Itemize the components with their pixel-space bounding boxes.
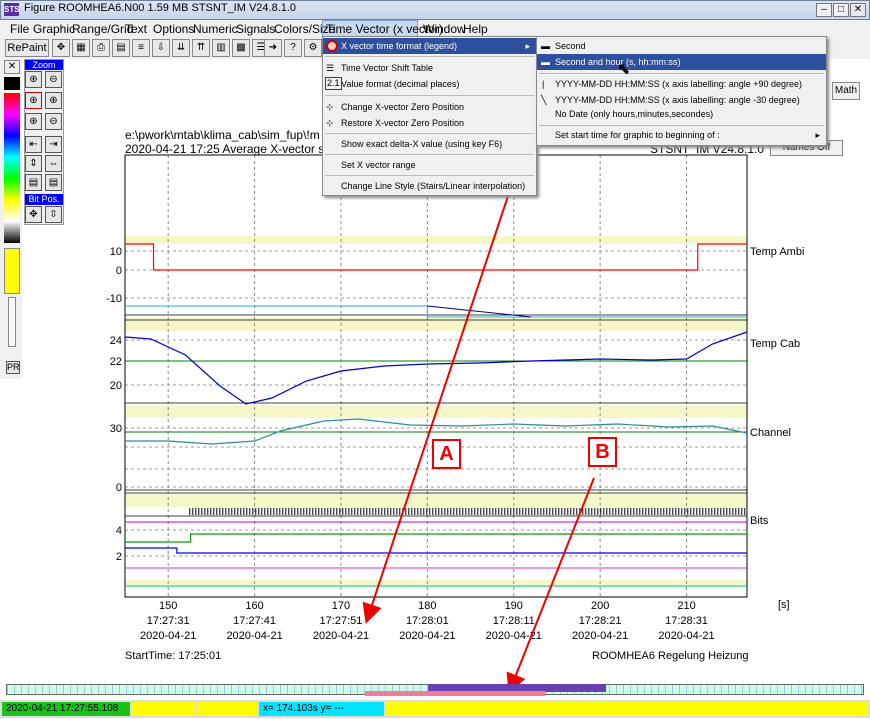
x-date-label: 2020-04-21 (313, 630, 369, 642)
menu-item-x-format[interactable]: X vector time format (legend) ▸ (323, 38, 536, 54)
x-time-label: 17:28:31 (665, 615, 708, 627)
x-tick-label: 190 (505, 600, 523, 612)
y-tick-label: 10 (110, 246, 122, 258)
menu-item-show-delta[interactable]: Show exact delta-X value (using key F6) (323, 136, 536, 152)
status-field-5 (386, 702, 868, 716)
callout-b: B (588, 437, 617, 467)
plot-band-3 (125, 494, 747, 507)
format-date-90[interactable]: | YYYY-MM-DD HH:MM:SS (x axis labelling: … (537, 76, 826, 92)
y-tick-label: 0 (116, 265, 122, 277)
y-tick-label: 2 (116, 551, 122, 563)
status-field-3 (197, 702, 257, 716)
menu-item-change-zero[interactable]: ⊹ Change X-vector Zero Position (323, 99, 536, 115)
x-time-label: 17:28:01 (406, 615, 449, 627)
y-tick-label: 0 (116, 482, 122, 494)
submenu-arrow-icon: ▸ (525, 41, 530, 51)
time-vector-menu: X vector time format (legend) ▸ ☰ Time Vec… (322, 36, 537, 196)
x-tick-label: 150 (159, 600, 177, 612)
table-icon: ☰ (326, 63, 335, 73)
format-second-hour[interactable]: ▬ Second and hour (s, hh:mm:ss) (537, 54, 826, 70)
zero-icon: ⊹ (326, 102, 334, 112)
status-time: 2020-04-21 17:27:55.108 (2, 702, 130, 716)
clock-icon (326, 40, 338, 52)
restore-icon: ⊹ (326, 118, 334, 128)
line-icon: ▬ (541, 57, 550, 67)
format-set-start-time[interactable]: Set start time for graphic to beginning … (537, 127, 826, 143)
menu-item-set-range[interactable]: Set X vector range (323, 157, 536, 173)
x-tick-label: 170 (332, 600, 350, 612)
temp-ambi-line (125, 243, 747, 271)
x-time-label: 17:27:51 (320, 615, 363, 627)
arrow-a (362, 159, 521, 624)
x-tick-label: 210 (677, 600, 695, 612)
callout-a: A (432, 439, 461, 469)
menu-item-line-style[interactable]: Change Line Style (Stairs/Linear interpo… (323, 178, 536, 194)
series-label: Channel (750, 427, 791, 439)
vertical-line-icon: | (542, 79, 545, 89)
series-label: Temp Cab (750, 338, 800, 350)
x-time-label: 17:28:11 (493, 615, 535, 627)
x-tick-label: 180 (418, 600, 436, 612)
plot-frame (124, 154, 748, 598)
line-icon: ▬ (541, 41, 550, 51)
start-time: StartTime: 17:25:01 (125, 650, 222, 662)
y-tick-label: 24 (110, 335, 122, 347)
y-tick-label: 20 (110, 380, 122, 392)
x-date-label: 2020-04-21 (140, 630, 196, 642)
y-tick-label: 22 (110, 356, 122, 368)
format-second[interactable]: ▬ Second (537, 38, 826, 54)
temp-cab-line (124, 331, 748, 405)
scroll-range-marker (365, 691, 545, 696)
series-label: Bits (750, 515, 769, 527)
plot-band-0 (125, 236, 747, 244)
x-unit-label: [s] (778, 599, 790, 611)
y-tick-label: 4 (116, 525, 122, 537)
status-field-2 (132, 702, 195, 716)
decimal-icon: 2.1 (325, 77, 342, 90)
x-date-label: 2020-04-21 (226, 630, 282, 642)
menu-item-restore-zero[interactable]: ⊹ Restore X-vector Zero Position (323, 115, 536, 131)
series-label: Temp Ambi (750, 246, 804, 258)
bits-strip (189, 508, 746, 515)
status-xy: x= 174.103s y= --- (259, 702, 384, 716)
x-date-label: 2020-04-21 (399, 630, 455, 642)
x-tick-label: 200 (591, 600, 609, 612)
menu-item-value-format[interactable]: 2.1 Value format (decimal places) (323, 76, 536, 92)
submenu-arrow-icon: ▸ (815, 130, 820, 140)
time-format-submenu: ▬ Second ▬ Second and hour (s, hh:mm:ss) |… (536, 36, 827, 146)
x-date-label: 2020-04-21 (658, 630, 714, 642)
x-time-label: 17:27:31 (147, 615, 190, 627)
plot-band-4 (125, 580, 747, 588)
y-tick-label: 30 (110, 423, 122, 435)
menu-item-shift-table[interactable]: ☰ Time Vector Shift Table (323, 60, 536, 76)
format-no-date[interactable]: No Date (only hours,minutes,secondes) (537, 106, 826, 122)
x-time-label: 17:27:41 (233, 615, 276, 627)
x-date-label: 2020-04-21 (572, 630, 628, 642)
room-label: ROOMHEA6 Regelung Heizung (592, 650, 749, 662)
mouse-cursor-icon: ⬉ (617, 61, 631, 78)
x-tick-label: 160 (245, 600, 263, 612)
y-tick-label: -10 (106, 293, 122, 305)
x-time-label: 17:28:21 (579, 615, 622, 627)
bit-line-blue (125, 547, 747, 554)
bit-line-green (125, 533, 747, 543)
